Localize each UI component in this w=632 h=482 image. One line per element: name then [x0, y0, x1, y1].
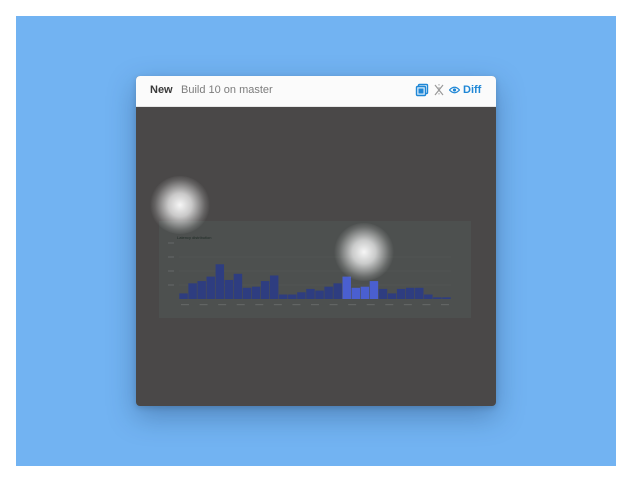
chart-xtick: [348, 304, 357, 306]
chart-bar: [387, 293, 397, 299]
chart-ytick: [168, 270, 174, 272]
chart-xtick: [236, 304, 245, 306]
build-label: Build 10 on master: [181, 84, 273, 96]
chart-xtick: [199, 304, 208, 306]
chart-ytick: [168, 256, 174, 258]
chart-xtick: [422, 304, 431, 306]
diff-label: Diff: [463, 84, 482, 96]
chart-xtick: [329, 304, 338, 306]
snapshot-image: Latency distribution: [159, 221, 471, 318]
chart-bar: [396, 288, 406, 299]
chart-bar: [179, 293, 188, 299]
chart-xtick: [403, 304, 412, 306]
chart-ytick: [168, 242, 174, 244]
chart-bar: [369, 281, 379, 299]
chart-title: Latency distribution: [177, 235, 211, 240]
chart-xtick: [366, 304, 375, 306]
chart-bar: [260, 281, 270, 299]
chart-bar: [351, 287, 361, 299]
chart-bar: [324, 286, 333, 299]
chart-bar: [251, 286, 261, 299]
chart-bar: [224, 279, 234, 299]
chart-bar: [342, 276, 351, 299]
diff-toggle[interactable]: Diff: [448, 81, 482, 99]
layers-icon[interactable]: [415, 83, 429, 97]
chart-bar: [433, 297, 442, 299]
card-header: New Build 10 on master Diff: [136, 76, 496, 107]
chart-bar: [315, 290, 324, 299]
chart-bar: [424, 294, 433, 299]
chart-bar: [360, 286, 370, 299]
chart-xtick: [311, 304, 319, 306]
snapshot-viewer: Latency distribution: [136, 107, 496, 406]
chart-xtick: [255, 304, 264, 306]
chart-bar: [206, 276, 215, 299]
chart-xtick: [181, 304, 189, 306]
chart-bar: [378, 288, 388, 299]
chart-bar: [197, 281, 206, 299]
chart-xtick: [441, 304, 449, 306]
chart-bar: [269, 275, 279, 299]
snapshot-status: New: [150, 84, 173, 96]
snapshot-card: New Build 10 on master Diff Latency dist…: [136, 76, 496, 406]
chart-xtick: [385, 304, 394, 306]
eye-icon: [448, 81, 461, 99]
chart-bar: [279, 294, 288, 299]
latency-chart: Latency distribution: [168, 235, 451, 306]
chart-xtick: [273, 304, 282, 306]
chart-bar: [242, 287, 252, 299]
chart-bar: [333, 283, 342, 299]
chart-bar: [188, 283, 197, 299]
chart-xtick: [218, 304, 227, 306]
chart-bar: [306, 288, 315, 299]
chart-ytick: [168, 284, 174, 286]
chart-bar: [215, 264, 225, 299]
chart-xtick: [292, 304, 301, 306]
chart-bar: [297, 292, 306, 299]
chart-bar: [442, 297, 451, 299]
chart-bar: [288, 294, 297, 299]
compare-icon[interactable]: [432, 83, 446, 97]
chart-bar: [233, 273, 243, 299]
chart-bar: [405, 287, 415, 299]
chart-bar: [415, 287, 424, 299]
